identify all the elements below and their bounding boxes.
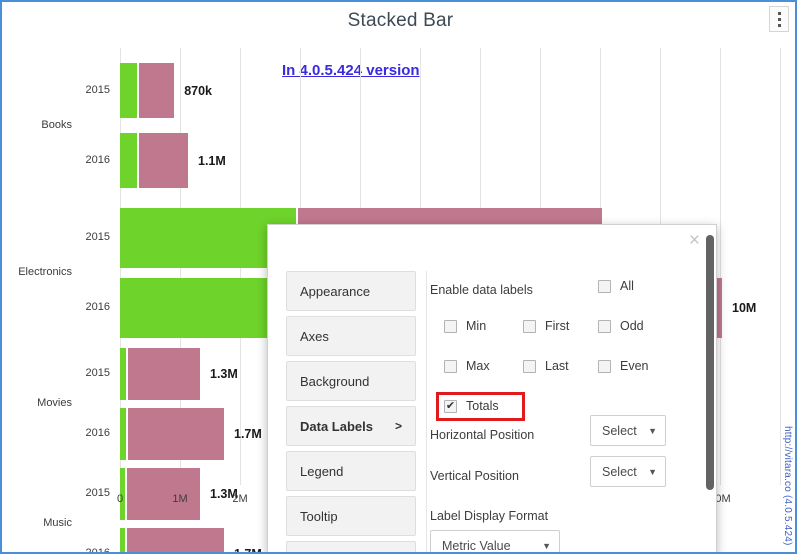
axis-year-label: 2015 (85, 367, 110, 379)
settings-tab-label: Background (300, 373, 370, 389)
dialog-scrollbar[interactable] (706, 235, 714, 490)
bar-segment-series-2[interactable] (127, 528, 224, 552)
chevron-down-icon: ▼ (648, 425, 657, 436)
checkbox-box (444, 359, 457, 373)
kebab-dot (777, 17, 781, 21)
horizontal-position-value: Select (602, 423, 637, 438)
checkbox-label: Min (466, 319, 487, 333)
label-display-format-value: Metric Value (442, 538, 511, 553)
kebab-menu-icon[interactable] (769, 6, 789, 32)
settings-tab-background[interactable]: Background (286, 361, 416, 401)
data-labels-panel: Enable data labels All Min First Odd Max Last… (430, 271, 702, 553)
settings-tab-axes[interactable]: Axes (286, 316, 416, 356)
settings-tab-label: Axes (300, 328, 329, 344)
checkbox-box (523, 319, 536, 333)
axis-x-tick-label: 1M (172, 493, 188, 505)
checkbox-odd[interactable]: Odd (598, 319, 644, 333)
settings-tab-legend[interactable]: Legend (286, 451, 416, 491)
settings-tab-label: Tooltip (300, 508, 338, 524)
chart-settings-dialog: × Appearance Axes Background Data Labels > Le… (267, 224, 717, 553)
checkbox-box (523, 359, 536, 373)
settings-tab-label: Appearance (300, 283, 371, 299)
checkbox-box (444, 319, 457, 333)
horizontal-position-select[interactable]: Select ▼ (590, 415, 666, 446)
page-title: Stacked Bar (347, 10, 454, 31)
bar-segment-series-1[interactable] (120, 528, 126, 552)
bar-segment-series-2[interactable] (138, 63, 175, 118)
label-display-format-label: Label Display Format (430, 509, 549, 523)
chart-gridline (720, 48, 721, 485)
tab-divider (426, 271, 427, 552)
axis-x-tick-label: 2M (232, 493, 248, 505)
checkbox-label: First (545, 319, 570, 333)
checkbox-box (598, 319, 611, 333)
vertical-position-select[interactable]: Select ▼ (590, 456, 666, 487)
checkbox-even[interactable]: Even (598, 359, 649, 373)
bar-total-label: 1.3M (210, 367, 238, 381)
checkbox-box: ✔ (444, 399, 457, 413)
bar-total-label: 1.7M (234, 427, 262, 441)
checkbox-all[interactable]: All (598, 279, 634, 293)
settings-tab-tooltip[interactable]: Tooltip (286, 496, 416, 536)
checkbox-label: Odd (620, 319, 644, 333)
axis-year-label: 2016 (85, 427, 110, 439)
checkbox-label: Last (545, 359, 569, 373)
chart-gridline (780, 48, 781, 485)
settings-tab-label: Legend (300, 463, 344, 479)
bar-segment-series-2[interactable] (127, 468, 200, 520)
axis-category-label: Movies (37, 397, 72, 409)
axis-category-label: Electronics (18, 266, 72, 278)
checkbox-label: Totals (466, 399, 499, 413)
checkbox-max[interactable]: Max (444, 359, 490, 373)
axis-year-label: 2015 (85, 231, 110, 243)
horizontal-position-label: Horizontal Position (430, 428, 535, 442)
axis-category-label: Books (41, 118, 72, 131)
bar-segment-series-1[interactable] (120, 63, 137, 118)
chevron-down-icon: ▼ (542, 540, 551, 551)
bar-total-label: 1.1M (198, 153, 226, 168)
bar-segment-series-2[interactable] (139, 133, 188, 188)
vertical-position-value: Select (602, 464, 637, 479)
checkbox-box (598, 359, 611, 373)
settings-tab-series[interactable]: Series (286, 541, 416, 552)
axis-year-label: 2015 (85, 487, 110, 499)
axis-year-label: 2016 (85, 153, 110, 166)
chart-widget: Stacked Bar In 4.0.5.424 version 870k 1.1… (0, 0, 797, 554)
kebab-dot (777, 11, 781, 15)
checkbox-box (598, 279, 611, 293)
settings-tab-appearance[interactable]: Appearance (286, 271, 416, 311)
bar-total-label: 1.7M (234, 547, 262, 554)
bar-segment-series-1[interactable] (120, 408, 127, 460)
bar-total-label: 870k (184, 83, 212, 98)
checkbox-label: Max (466, 359, 490, 373)
checkbox-last[interactable]: Last (523, 359, 569, 373)
close-icon[interactable]: × (689, 231, 700, 250)
axis-year-label: 2015 (85, 83, 110, 96)
axis-year-label: 2016 (85, 547, 110, 554)
checkbox-min[interactable]: Min (444, 319, 486, 333)
bar-segment-series-2[interactable] (128, 348, 200, 400)
bar-total-label: 10M (732, 301, 757, 315)
chevron-down-icon: ▼ (648, 466, 657, 477)
checkbox-first[interactable]: First (523, 319, 569, 333)
settings-tab-data-labels[interactable]: Data Labels > (286, 406, 416, 446)
settings-tab-list: Appearance Axes Background Data Labels > Lege… (286, 271, 416, 552)
checkbox-label: Even (620, 359, 649, 373)
vertical-position-label: Vertical Position (430, 469, 519, 483)
axis-x-tick-label: 0 (116, 493, 124, 505)
bar-segment-series-1[interactable] (120, 348, 126, 400)
axis-category-label: Music (43, 517, 72, 529)
chevron-right-icon: > (394, 419, 402, 433)
axis-year-label: 2016 (85, 301, 110, 313)
checkbox-totals[interactable]: ✔ Totals (436, 392, 525, 421)
enable-data-labels-label: Enable data labels (430, 283, 533, 297)
settings-tab-label: Data Labels (300, 418, 373, 434)
label-display-format-select[interactable]: Metric Value ▼ (430, 530, 560, 553)
checkbox-label: All (620, 279, 634, 293)
bar-segment-series-2[interactable] (128, 408, 224, 460)
kebab-dot (777, 23, 781, 27)
bar-segment-series-1[interactable] (120, 133, 138, 188)
watermark-label: http://vitara.co (4.0.5.424) (782, 426, 793, 546)
